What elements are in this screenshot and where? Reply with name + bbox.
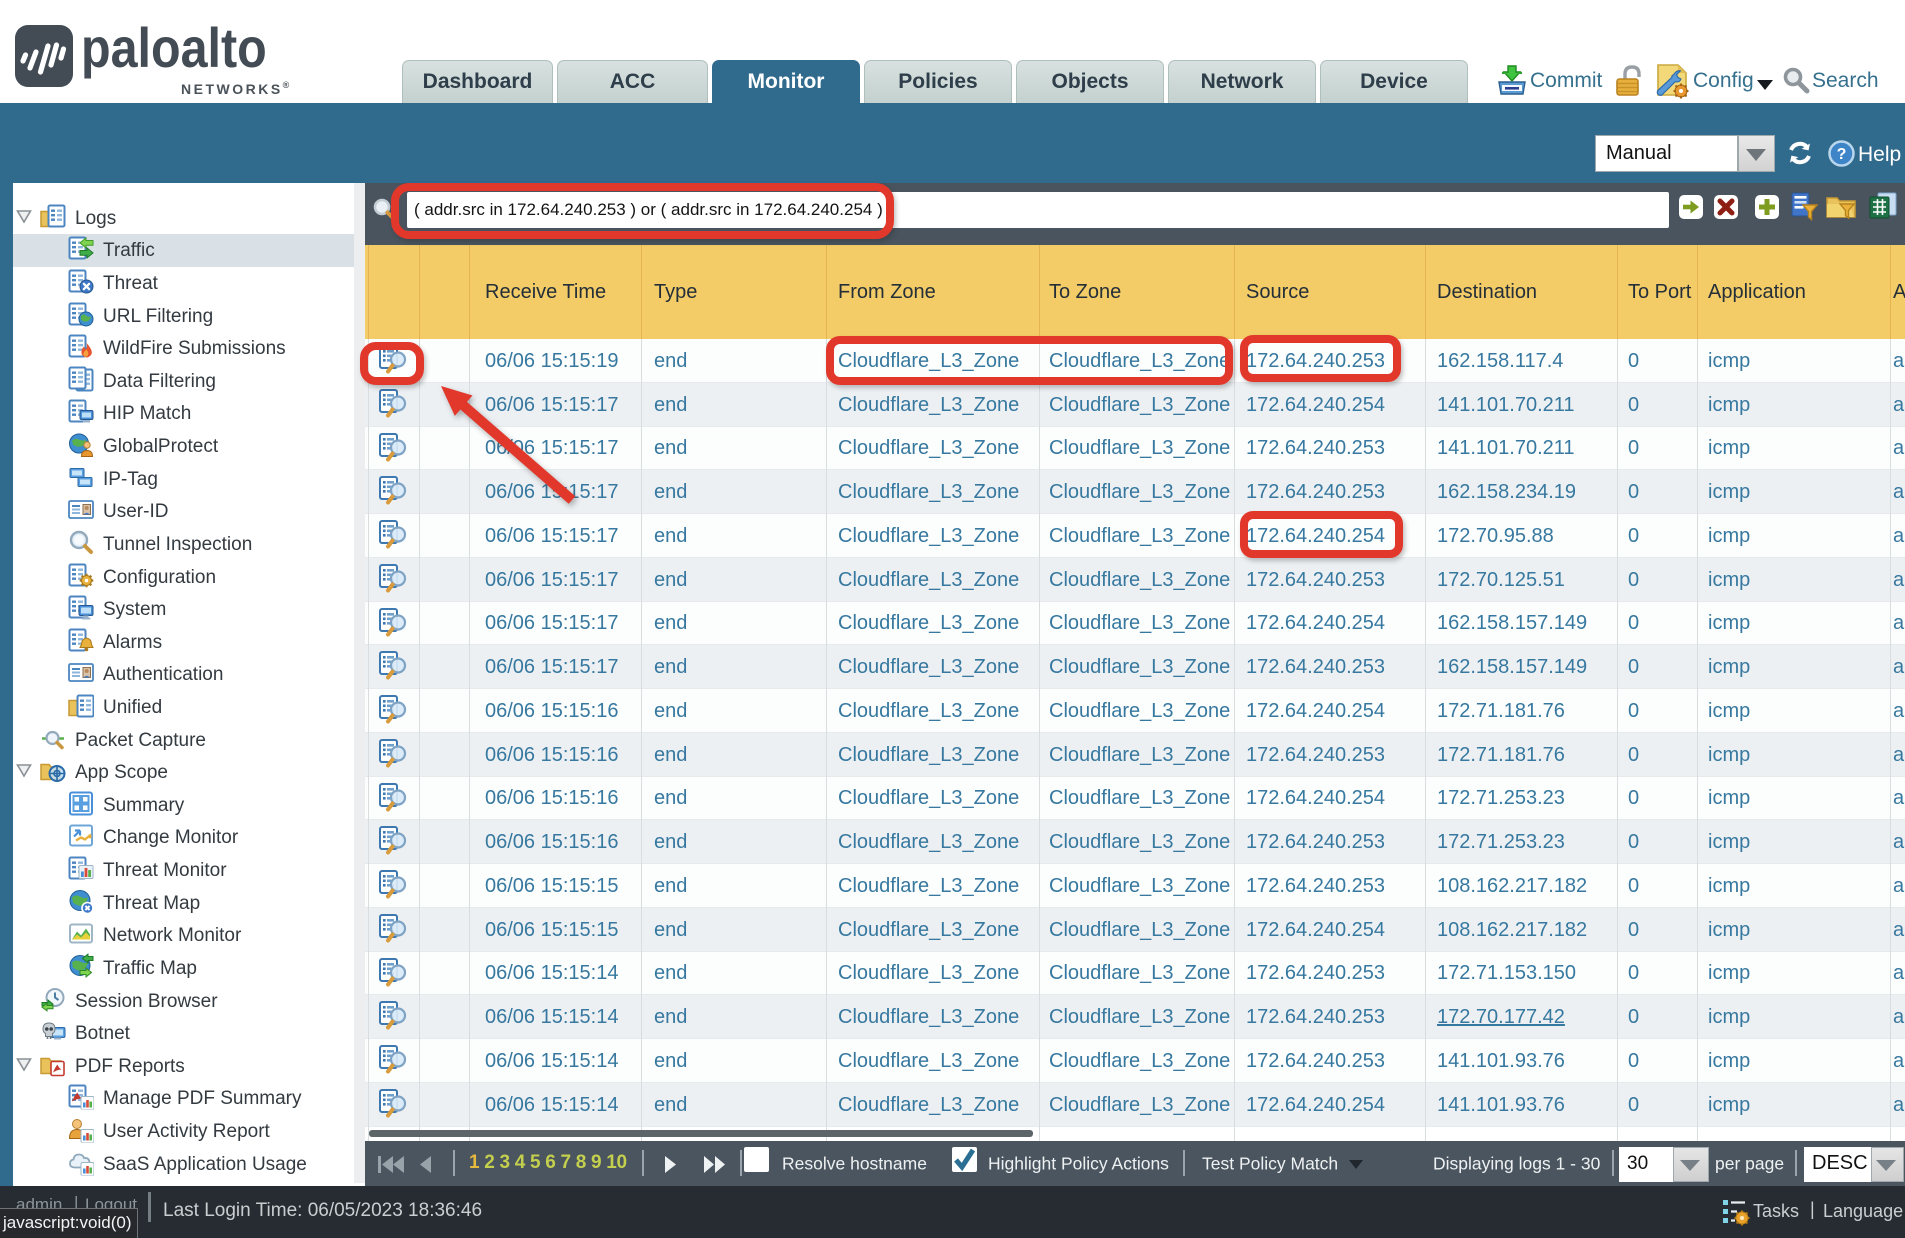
svg-text:?: ? [1837, 146, 1847, 163]
